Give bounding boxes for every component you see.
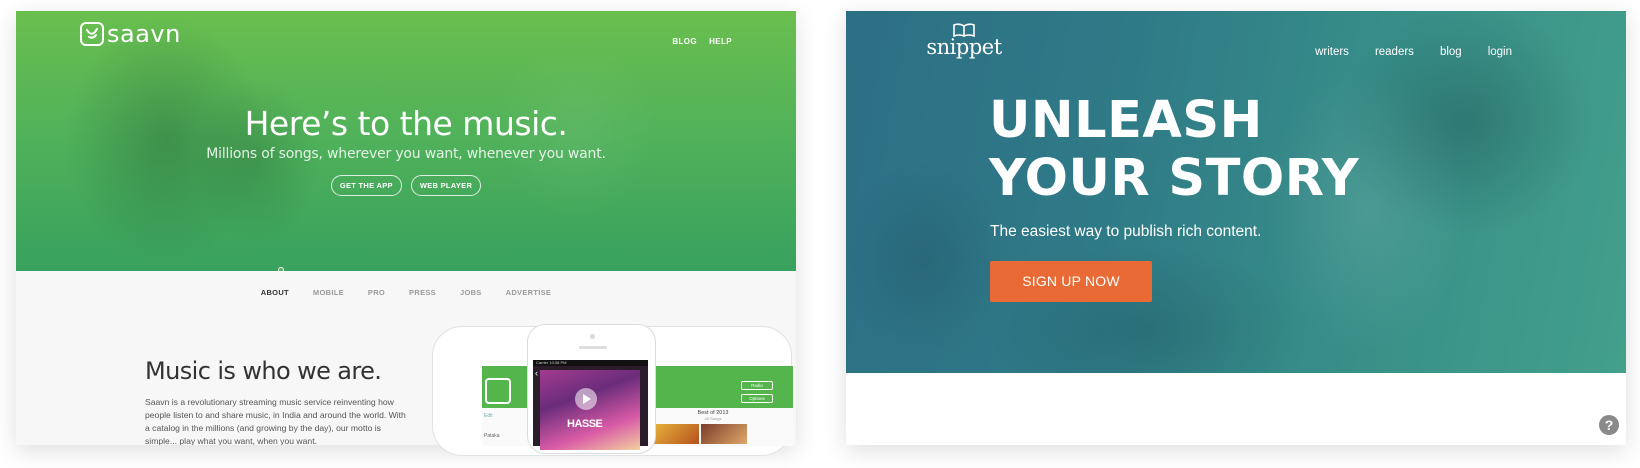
nav-writers-link[interactable]: writers	[1315, 46, 1349, 58]
saavn-hero: saavn BLOG HELP Here’s to the music. Mil…	[16, 11, 796, 271]
sign-up-now-button[interactable]: SIGN UP NOW	[990, 261, 1152, 302]
saavn-logo-text: saavn	[107, 20, 181, 48]
nav-blog-link[interactable]: BLOG	[672, 37, 697, 46]
album-title: HASSE	[567, 418, 603, 430]
snippet-subheadline: The easiest way to publish rich content.	[990, 223, 1262, 240]
section-title: Music is who we are.	[145, 357, 382, 385]
snippet-website-panel: snippet writers readers blog login UNLEA…	[846, 11, 1626, 445]
saavn-logo[interactable]: saavn	[80, 20, 181, 48]
back-chevron-icon: ‹	[535, 368, 538, 378]
section-copy: Saavn is a revolutionary streaming music…	[145, 397, 406, 445]
tab-mobile[interactable]: MOBILE	[313, 288, 344, 297]
tab-press[interactable]: PRESS	[409, 288, 436, 297]
mockup-screen-playlist: Radio Options Best of 2013 40 Songs	[653, 366, 793, 446]
saavn-subheadline: Millions of songs, wherever you want, wh…	[206, 146, 606, 162]
phone-camera	[590, 334, 595, 339]
nav-readers-link[interactable]: readers	[1375, 46, 1414, 58]
snippet-logo-text: snippet	[926, 35, 1002, 59]
mockup-edit-tab: Edit	[484, 413, 493, 419]
nav-help-link[interactable]: HELP	[709, 37, 732, 46]
mockup-status-bar: Carrier 10:38 PM	[533, 360, 648, 366]
tab-pro[interactable]: PRO	[368, 288, 385, 297]
saavn-cta-group: GET THE APP WEB PLAYER	[16, 175, 796, 196]
nav-blog-link[interactable]: blog	[1440, 46, 1462, 58]
saavn-logo-icon	[80, 22, 104, 46]
web-player-button[interactable]: WEB PLAYER	[410, 175, 482, 196]
saavn-headline: Here’s to the music.	[244, 104, 568, 143]
mockup-playlist-count: 40 Songs	[704, 416, 722, 421]
help-question-icon[interactable]: ?	[1599, 415, 1619, 435]
play-icon	[575, 388, 597, 410]
phone-speaker	[579, 346, 607, 349]
saavn-top-nav: BLOG HELP	[672, 37, 732, 46]
snippet-hero: snippet writers readers blog login UNLEA…	[846, 11, 1626, 373]
saavn-app-icon	[485, 378, 511, 404]
saavn-section-tabs: ABOUT MOBILE PRO PRESS JOBS ADVERTISE	[16, 288, 796, 297]
snippet-headline: UNLEASH YOUR STORY	[989, 92, 1359, 208]
mockup-song-name: Pataka	[484, 433, 500, 439]
tab-jobs[interactable]: JOBS	[460, 288, 482, 297]
tab-about[interactable]: ABOUT	[261, 288, 289, 297]
tab-advertise[interactable]: ADVERTISE	[506, 288, 552, 297]
snippet-top-nav: writers readers blog login	[1315, 46, 1512, 58]
mockup-screen-home: Edit Pataka	[482, 366, 528, 446]
album-art	[540, 370, 640, 450]
mockup-radio-button: Radio	[741, 381, 773, 390]
mockup-screen-player: Carrier 10:38 PM ‹ HASSE	[533, 360, 648, 450]
snippet-logo[interactable]: snippet	[926, 23, 1002, 59]
nav-login-link[interactable]: login	[1488, 46, 1512, 58]
get-the-app-button[interactable]: GET THE APP	[330, 175, 402, 196]
headline-line-2: YOUR STORY	[989, 149, 1360, 208]
mockup-options-button: Options	[741, 394, 773, 403]
mockup-album-thumbs	[653, 424, 793, 444]
headline-line-1: UNLEASH	[989, 91, 1263, 150]
